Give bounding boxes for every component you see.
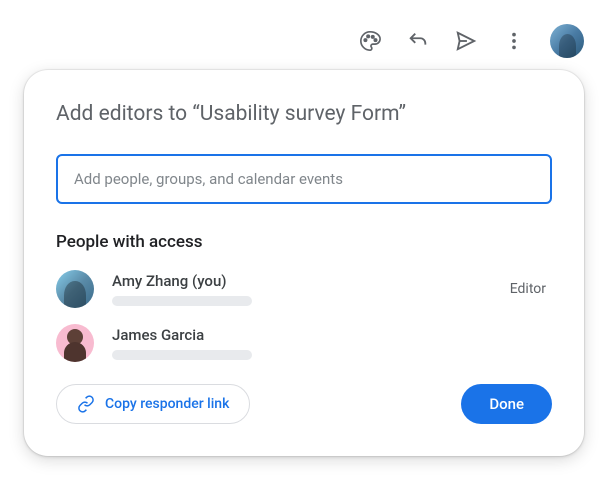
user-avatar[interactable] [550,24,584,58]
person-email-placeholder [112,296,252,306]
person-email-placeholder [112,350,252,360]
palette-icon[interactable] [358,29,382,53]
person-info: James Garcia [112,326,528,360]
person-name: Amy Zhang (you) [112,272,492,290]
share-dialog: Add editors to “Usability survey Form” P… [24,70,584,456]
send-icon[interactable] [454,29,478,53]
person-avatar [56,324,94,362]
person-avatar [56,270,94,308]
done-button[interactable]: Done [461,384,552,424]
copy-responder-link-button[interactable]: Copy responder link [56,384,250,424]
link-icon [77,395,95,413]
person-info: Amy Zhang (you) [112,272,492,306]
person-role: Editor [510,281,552,297]
more-vert-icon[interactable] [502,29,526,53]
add-people-input[interactable] [56,154,552,204]
copy-link-label: Copy responder link [105,396,229,412]
undo-icon[interactable] [406,29,430,53]
top-toolbar [358,24,584,58]
dialog-title: Add editors to “Usability survey Form” [56,102,552,126]
person-row: James Garcia [56,324,552,362]
dialog-actions: Copy responder link Done [56,384,552,424]
person-name: James Garcia [112,326,528,344]
person-row: Amy Zhang (you) Editor [56,270,552,308]
people-section-title: People with access [56,232,552,252]
